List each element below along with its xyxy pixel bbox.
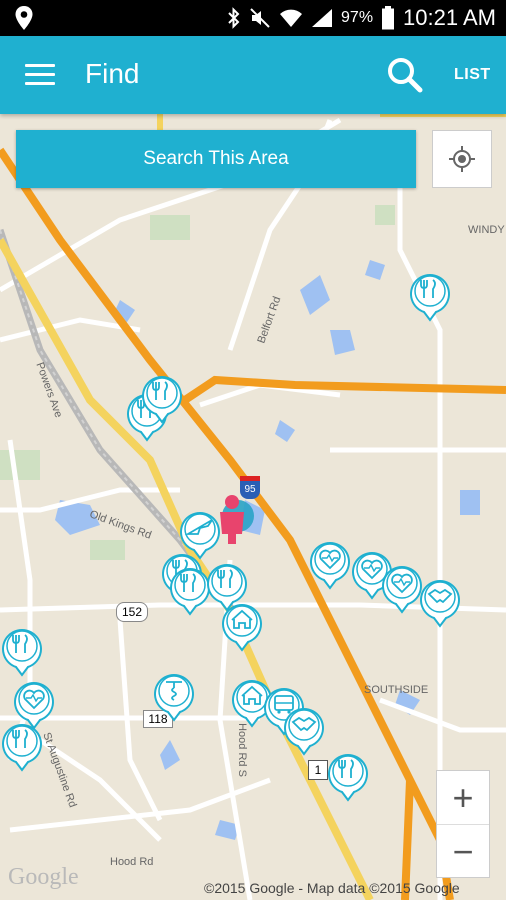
battery-percent: 97% — [341, 9, 374, 26]
signal-icon — [312, 9, 333, 27]
us-1-shield: 1 — [308, 760, 328, 780]
map-label-hood-rd-s: Hood Rd S — [235, 723, 248, 777]
status-bar: 97% 10:21 AM — [0, 0, 506, 36]
search-this-area-button[interactable]: Search This Area — [16, 130, 416, 188]
map-pin-restaurant[interactable] — [0, 625, 44, 677]
map-pin-health[interactable] — [308, 538, 352, 590]
menu-button[interactable] — [25, 64, 55, 86]
bluetooth-icon — [228, 7, 240, 29]
route-152-shield: 152 — [116, 602, 148, 622]
restaurant-icon — [142, 375, 182, 424]
corkscrew-icon — [154, 673, 194, 722]
search-icon — [388, 58, 423, 93]
zoom-out-button[interactable]: − — [437, 825, 489, 878]
map-pin-restaurant[interactable] — [408, 270, 452, 322]
zoom-in-button[interactable]: + — [437, 771, 489, 825]
list-button[interactable]: LIST — [454, 66, 491, 84]
page-title: Find — [85, 58, 140, 89]
mute-icon — [250, 8, 270, 28]
menu-icon-bar — [25, 82, 55, 85]
handshake-icon — [284, 707, 324, 756]
map-label-windy: WINDY — [468, 224, 505, 236]
location-icon — [15, 6, 33, 30]
map-copyright: ©2015 Google - Map data ©2015 Google — [204, 880, 460, 896]
map-label-hood-rd: Hood Rd — [110, 856, 154, 868]
home-icon — [222, 603, 262, 652]
map-label-southside: SOUTHSIDE — [364, 684, 429, 696]
restaurant-icon — [410, 273, 450, 322]
map-view[interactable]: WINDY Belfort Rd Powers Ave Old Kings Rd… — [0, 114, 506, 900]
google-logo: Google — [8, 864, 79, 890]
map-pin-restaurant[interactable] — [140, 372, 184, 424]
map-pin-home[interactable] — [220, 600, 264, 652]
handshake-icon — [420, 579, 460, 628]
restaurant-icon — [2, 723, 42, 772]
menu-icon-bar — [25, 73, 55, 76]
app-bar: Find LIST — [0, 36, 506, 114]
restaurant-icon — [2, 628, 42, 677]
map-pin-restaurant[interactable] — [326, 750, 370, 802]
wifi-icon — [280, 9, 303, 27]
map-pin-restaurant[interactable] — [0, 720, 44, 772]
zoom-controls: + − — [436, 770, 490, 878]
my-location-button[interactable] — [432, 130, 492, 188]
crosshair-icon — [449, 146, 475, 172]
heart-health-icon — [310, 541, 350, 590]
menu-icon — [25, 64, 55, 67]
search-button[interactable] — [386, 56, 424, 94]
restaurant-icon — [328, 753, 368, 802]
battery-icon — [382, 6, 395, 30]
map-pin-handshake[interactable] — [282, 704, 326, 756]
map-pin-wine[interactable] — [152, 670, 196, 722]
clock: 10:21 AM — [403, 5, 496, 30]
map-pin-handshake[interactable] — [418, 576, 462, 628]
